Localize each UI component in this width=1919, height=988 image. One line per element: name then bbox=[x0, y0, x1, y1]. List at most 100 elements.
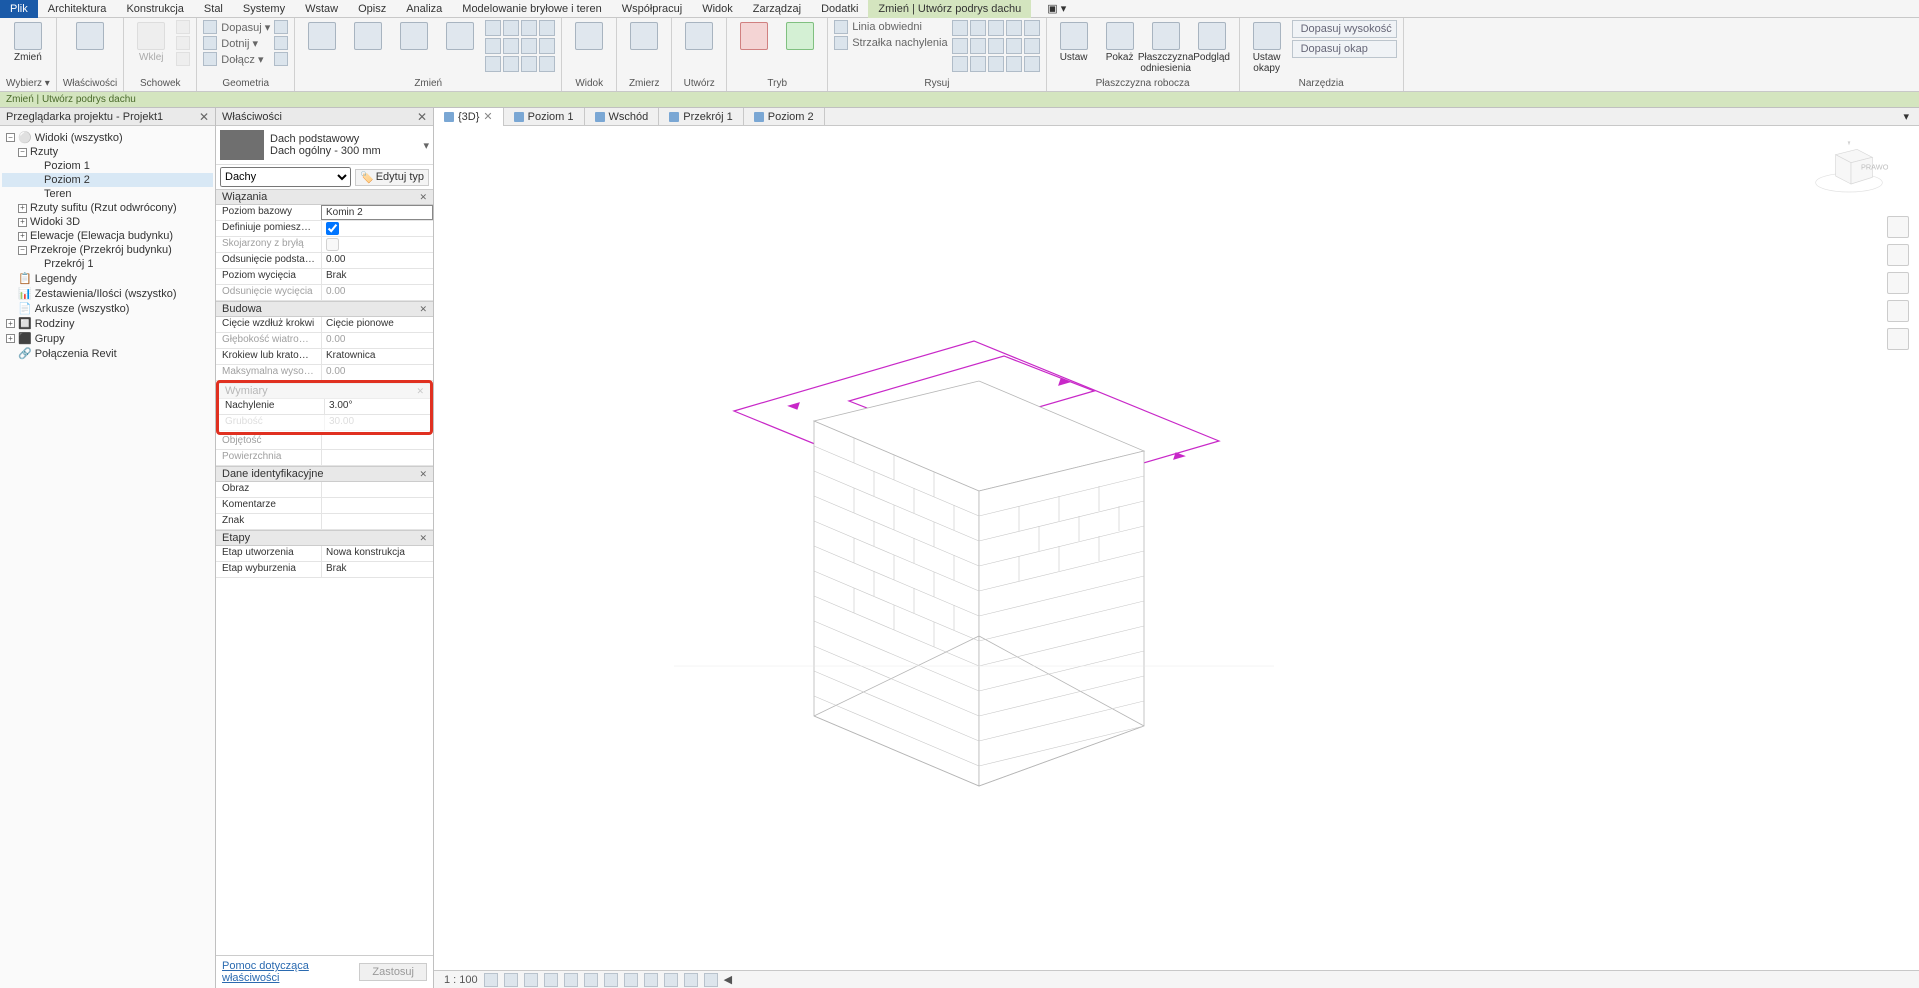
mirror-button[interactable] bbox=[439, 20, 481, 52]
lock-icon[interactable] bbox=[624, 973, 638, 987]
properties-help-link[interactable]: Pomoc dotycząca właściwości bbox=[222, 960, 359, 984]
draw-tool-icon[interactable] bbox=[970, 56, 986, 72]
draw-tool-icon[interactable] bbox=[952, 38, 968, 54]
draw-tool-icon[interactable] bbox=[1024, 38, 1040, 54]
draw-tool-icon[interactable] bbox=[1006, 56, 1022, 72]
tab-stal[interactable]: Stal bbox=[194, 0, 233, 18]
close-icon[interactable]: ✕ bbox=[417, 110, 427, 124]
tab-analiza[interactable]: Analiza bbox=[396, 0, 452, 18]
tool-icon[interactable] bbox=[485, 56, 501, 72]
draw-tool-icon[interactable] bbox=[1024, 56, 1040, 72]
geom-tool-3[interactable] bbox=[274, 52, 288, 66]
boundary-line-button[interactable]: Linia obwiedni bbox=[834, 20, 947, 34]
hide-icon[interactable] bbox=[644, 973, 658, 987]
tab-wspolpracuj[interactable]: Współpracuj bbox=[612, 0, 693, 18]
tab-konstrukcja[interactable]: Konstrukcja bbox=[116, 0, 193, 18]
prop-krokiew[interactable]: Krokiew lub kratowni...Kratownica bbox=[216, 349, 433, 365]
viewport-3d[interactable]: PRAWO bbox=[434, 126, 1919, 988]
tab-help[interactable]: ▣ ▾ bbox=[1037, 0, 1076, 18]
tree-rodziny[interactable]: +🔲Rodziny bbox=[2, 316, 213, 331]
tool-icon[interactable] bbox=[521, 20, 537, 36]
preview-button[interactable]: Podgląd bbox=[1191, 20, 1233, 63]
nav-orbit-button[interactable] bbox=[1887, 328, 1909, 350]
reveal-icon[interactable] bbox=[664, 973, 678, 987]
viewcube[interactable]: PRAWO bbox=[1809, 136, 1889, 196]
tree-widoki-3d[interactable]: +Widoki 3D bbox=[2, 215, 213, 229]
tool-icon[interactable] bbox=[503, 56, 519, 72]
detail-level-icon[interactable] bbox=[484, 973, 498, 987]
crop-icon[interactable] bbox=[584, 973, 598, 987]
close-icon[interactable]: ✕ bbox=[483, 110, 492, 123]
draw-tool-icon[interactable] bbox=[970, 38, 986, 54]
view-tab-poziom2[interactable]: Poziom 2 bbox=[744, 108, 825, 126]
tree-polaczenia[interactable]: 🔗Połączenia Revit bbox=[2, 346, 213, 361]
tree-przekroj1[interactable]: Przekrój 1 bbox=[2, 257, 213, 271]
geom-tool-2[interactable] bbox=[274, 36, 288, 50]
crop-region-icon[interactable] bbox=[604, 973, 618, 987]
tool-icon[interactable] bbox=[539, 56, 555, 72]
ref-plane-button[interactable]: Płaszczyzna odniesienia bbox=[1145, 20, 1187, 74]
draw-rect-icon[interactable] bbox=[970, 20, 986, 36]
prop-nachylenie[interactable]: Nachylenie3.00° bbox=[219, 399, 430, 415]
prop-odsuniecie[interactable]: Odsunięcie podstaw...0.00 bbox=[216, 253, 433, 269]
tree-rzuty[interactable]: −Rzuty bbox=[2, 145, 213, 159]
prop-poziom-bazowy[interactable]: Poziom bazowyKomin 2 bbox=[216, 205, 433, 221]
tree-poziom2[interactable]: Poziom 2 bbox=[2, 173, 213, 187]
rotate-button[interactable] bbox=[393, 20, 435, 52]
sun-path-icon[interactable] bbox=[524, 973, 538, 987]
tab-architektura[interactable]: Architektura bbox=[38, 0, 117, 18]
tab-systemy[interactable]: Systemy bbox=[233, 0, 295, 18]
tree-zestawienia[interactable]: 📊Zestawienia/Ilości (wszystko) bbox=[2, 286, 213, 301]
prop-definiuje[interactable]: Definiuje pomieszcze... bbox=[216, 221, 433, 237]
fit-eaves-button[interactable]: Dopasuj okap bbox=[1292, 40, 1397, 58]
slope-arrow-button[interactable]: Strzałka nachylenia bbox=[834, 36, 947, 50]
view-tab-3d[interactable]: {3D}✕ bbox=[434, 108, 504, 126]
type-selector[interactable]: Dach podstawowy Dach ogólny - 300 mm ▾ bbox=[216, 126, 433, 165]
prop-komentarze[interactable]: Komentarze bbox=[216, 498, 433, 514]
attach-button[interactable]: Dołącz ▾ bbox=[203, 52, 270, 66]
group-wymiary[interactable]: Wymiary✕ bbox=[219, 383, 430, 399]
tree-rzuty-sufitu[interactable]: +Rzuty sufitu (Rzut odwrócony) bbox=[2, 201, 213, 215]
properties-button[interactable] bbox=[69, 20, 111, 63]
tree-przekroje[interactable]: −Przekroje (Przekrój budynku) bbox=[2, 243, 213, 257]
draw-arc-icon[interactable] bbox=[1024, 20, 1040, 36]
draw-line-icon[interactable] bbox=[952, 20, 968, 36]
scale-label[interactable]: 1 : 100 bbox=[444, 974, 478, 986]
geom-tool-1[interactable] bbox=[274, 20, 288, 34]
tab-opisz[interactable]: Opisz bbox=[348, 0, 396, 18]
tab-context-roof[interactable]: Zmień | Utwórz podrys dachu bbox=[868, 0, 1031, 18]
project-tree[interactable]: −⚪Widoki (wszystko) −Rzuty Poziom 1 Pozi… bbox=[0, 126, 215, 988]
nav-pan-button[interactable] bbox=[1887, 272, 1909, 294]
properties-filter[interactable]: Dachy bbox=[220, 167, 351, 187]
group-etapy[interactable]: Etapy✕ bbox=[216, 530, 433, 546]
close-icon[interactable]: ✕ bbox=[199, 110, 209, 124]
tool-icon[interactable] bbox=[503, 20, 519, 36]
cancel-mode-button[interactable] bbox=[733, 20, 775, 52]
nav-wheel-button[interactable] bbox=[1887, 244, 1909, 266]
tool-icon[interactable] bbox=[684, 973, 698, 987]
tab-modelowanie[interactable]: Modelowanie bryłowe i teren bbox=[452, 0, 611, 18]
nav-zoom-button[interactable] bbox=[1887, 300, 1909, 322]
view-button[interactable] bbox=[568, 20, 610, 52]
view-tab-poziom1[interactable]: Poziom 1 bbox=[504, 108, 585, 126]
prop-etap-utw[interactable]: Etap utworzeniaNowa konstrukcja bbox=[216, 546, 433, 562]
tree-elewacje[interactable]: +Elewacje (Elewacja budynku) bbox=[2, 229, 213, 243]
tree-arkusze[interactable]: 📄Arkusze (wszystko) bbox=[2, 301, 213, 316]
finish-mode-button[interactable] bbox=[779, 20, 821, 52]
nav-full-button[interactable] bbox=[1887, 216, 1909, 238]
tab-wstaw[interactable]: Wstaw bbox=[295, 0, 348, 18]
tab-widok[interactable]: Widok bbox=[692, 0, 743, 18]
draw-circle-icon[interactable] bbox=[1006, 20, 1022, 36]
measure-button[interactable] bbox=[623, 20, 665, 52]
tree-poziom1[interactable]: Poziom 1 bbox=[2, 159, 213, 173]
prop-obraz[interactable]: Obraz bbox=[216, 482, 433, 498]
prop-poziom-wyc[interactable]: Poziom wycięciaBrak bbox=[216, 269, 433, 285]
tool-icon[interactable] bbox=[485, 38, 501, 54]
draw-tool-icon[interactable] bbox=[988, 56, 1004, 72]
tree-teren[interactable]: Teren bbox=[2, 187, 213, 201]
chevron-left-icon[interactable]: ◀ bbox=[724, 973, 732, 986]
create-button[interactable] bbox=[678, 20, 720, 52]
tool-icon[interactable] bbox=[704, 973, 718, 987]
view-tab-wschod[interactable]: Wschód bbox=[585, 108, 660, 126]
prop-ciecie[interactable]: Cięcie wzdłuż krokwiCięcie pionowe bbox=[216, 317, 433, 333]
